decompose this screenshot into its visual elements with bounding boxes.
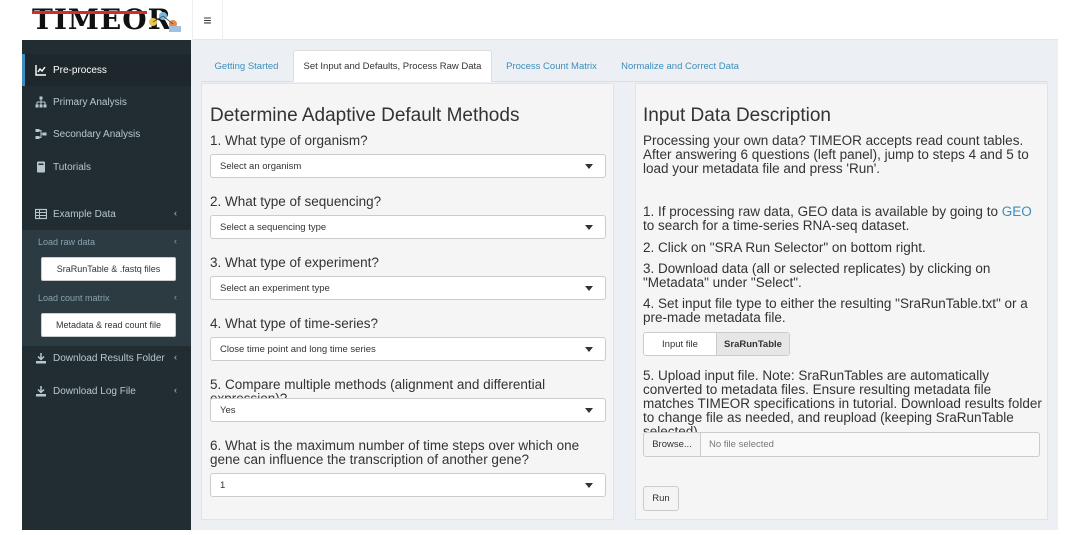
- chevron-left-icon: ‹: [174, 352, 177, 362]
- geo-link[interactable]: GEO: [1002, 204, 1032, 219]
- adaptive-defaults-panel: Determine Adaptive Default Methods 1. Wh…: [201, 83, 614, 520]
- caret-down-icon: [585, 408, 593, 413]
- step-4-text: 4. Set input file type to either the res…: [643, 296, 1028, 325]
- step-1-text: 1. If processing raw data, GEO data is a…: [643, 205, 1043, 233]
- browse-button[interactable]: Browse...: [643, 432, 701, 457]
- sidebar-item-secondary-analysis[interactable]: Secondary Analysis: [22, 118, 191, 150]
- sraruntable-option[interactable]: SraRunTable: [717, 333, 789, 355]
- book-icon: [37, 161, 45, 173]
- download-icon: [36, 386, 46, 397]
- step-1-pre: 1. If processing raw data, GEO data is a…: [643, 204, 1002, 219]
- panel-title: Determine Adaptive Default Methods: [210, 105, 520, 126]
- file-upload: Browse... No file selected: [643, 432, 1040, 457]
- caret-down-icon: [585, 286, 593, 291]
- top-header: TIMEOR ≡: [22, 0, 1058, 40]
- intro-text: Processing your own data? TIMEOR accepts…: [643, 133, 1029, 176]
- dna-graph-icon: [149, 12, 181, 32]
- chevron-left-icon: ‹: [174, 292, 177, 302]
- caret-down-icon: [585, 164, 593, 169]
- tab-process-count-matrix[interactable]: Process Count Matrix: [494, 50, 609, 82]
- caret-down-icon: [585, 225, 593, 230]
- organism-select[interactable]: Select an organism: [210, 154, 606, 178]
- sidebar-item-tutorials[interactable]: Tutorials: [22, 151, 191, 183]
- step-3-text: 3. Download data (all or selected replic…: [643, 261, 991, 290]
- tab-set-input-defaults[interactable]: Set Input and Defaults, Process Raw Data: [293, 50, 492, 82]
- file-name-field[interactable]: No file selected: [701, 432, 1040, 457]
- sidebar-item-label: Example Data: [53, 208, 116, 220]
- network-icon: [35, 129, 47, 139]
- tab-getting-started[interactable]: Getting Started: [201, 50, 292, 82]
- table-icon: [35, 208, 47, 220]
- logo-underline: [32, 11, 147, 14]
- sidebar-item-pre-process[interactable]: Pre-process: [22, 54, 191, 86]
- time-steps-select[interactable]: 1: [210, 473, 606, 497]
- sraruntable-fastq-button[interactable]: SraRunTable & .fastq files: [41, 257, 176, 281]
- chevron-left-icon: ‹: [174, 236, 177, 246]
- metadata-read-count-button[interactable]: Metadata & read count file: [41, 313, 176, 337]
- select-value: Select an organism: [220, 160, 302, 172]
- input-file-option[interactable]: Input file: [644, 333, 717, 355]
- caret-down-icon: [585, 483, 593, 488]
- app-frame: TIMEOR ≡ Pre-process Primary Analysis Se…: [22, 0, 1058, 530]
- tab-normalize-correct[interactable]: Normalize and Correct Data: [610, 50, 750, 82]
- question-time-series: 4. What type of time-series?: [210, 316, 379, 331]
- chevron-left-icon: ‹: [174, 208, 177, 218]
- step-2-text: 2. Click on "SRA Run Selector" on bottom…: [643, 240, 926, 255]
- sidebar-item-label: Pre-process: [53, 64, 107, 76]
- tab-bar: Getting Started Set Input and Defaults, …: [201, 50, 1048, 82]
- sidebar-item-label: Secondary Analysis: [53, 128, 141, 140]
- sidebar-item-label: Primary Analysis: [53, 96, 127, 108]
- chart-line-icon: [35, 65, 46, 76]
- sidebar-item-label: Tutorials: [53, 161, 91, 173]
- example-data-submenu: Load raw data ‹ SraRunTable & .fastq fil…: [22, 230, 191, 346]
- select-value: Select a sequencing type: [220, 221, 327, 233]
- step-5-text: 5. Upload input file. Note: SraRunTables…: [643, 368, 1042, 439]
- compare-methods-select[interactable]: Yes: [210, 398, 606, 422]
- sidebar-item-download-log[interactable]: Download Log File ‹: [22, 375, 191, 407]
- question-sequencing: 2. What type of sequencing?: [210, 194, 382, 209]
- select-value: Close time point and long time series: [220, 343, 376, 355]
- question-experiment: 3. What type of experiment?: [210, 255, 379, 270]
- select-value: 1: [220, 479, 226, 491]
- sidebar-item-primary-analysis[interactable]: Primary Analysis: [22, 86, 191, 118]
- sidebar-item-example-data[interactable]: Example Data ‹: [22, 198, 191, 230]
- sidebar-item-label: Download Log File: [53, 385, 136, 397]
- question-organism: 1. What type of organism?: [210, 133, 368, 148]
- select-value: Select an experiment type: [220, 282, 330, 294]
- experiment-select[interactable]: Select an experiment type: [210, 276, 606, 300]
- sub-item-load-raw-data[interactable]: Load raw data: [38, 237, 95, 247]
- step-1-post: to search for a time-series RNA-seq data…: [643, 218, 910, 233]
- sidebar-item-download-results[interactable]: Download Results Folder ‹: [22, 342, 191, 374]
- logo: TIMEOR: [22, 0, 192, 40]
- sitemap-icon: [35, 96, 47, 108]
- run-button[interactable]: Run: [643, 486, 679, 511]
- panel-title: Input Data Description: [643, 105, 831, 126]
- sequencing-select[interactable]: Select a sequencing type: [210, 215, 606, 239]
- input-data-panel: Input Data Description Processing your o…: [635, 83, 1048, 520]
- question-time-steps: 6. What is the maximum number of time st…: [210, 438, 580, 467]
- time-series-select[interactable]: Close time point and long time series: [210, 337, 606, 361]
- chevron-left-icon: ‹: [174, 385, 177, 395]
- download-icon: [36, 353, 46, 364]
- sidebar-item-label: Download Results Folder: [53, 352, 165, 364]
- main-content: Getting Started Set Input and Defaults, …: [201, 50, 1048, 530]
- select-value: Yes: [220, 404, 236, 416]
- sidebar: Pre-process Primary Analysis Secondary A…: [22, 40, 191, 530]
- caret-down-icon: [585, 347, 593, 352]
- input-type-radio-group: Input file SraRunTable: [643, 332, 790, 356]
- sub-item-load-count-matrix[interactable]: Load count matrix: [38, 293, 110, 303]
- sidebar-toggle-button[interactable]: ≡: [192, 0, 223, 40]
